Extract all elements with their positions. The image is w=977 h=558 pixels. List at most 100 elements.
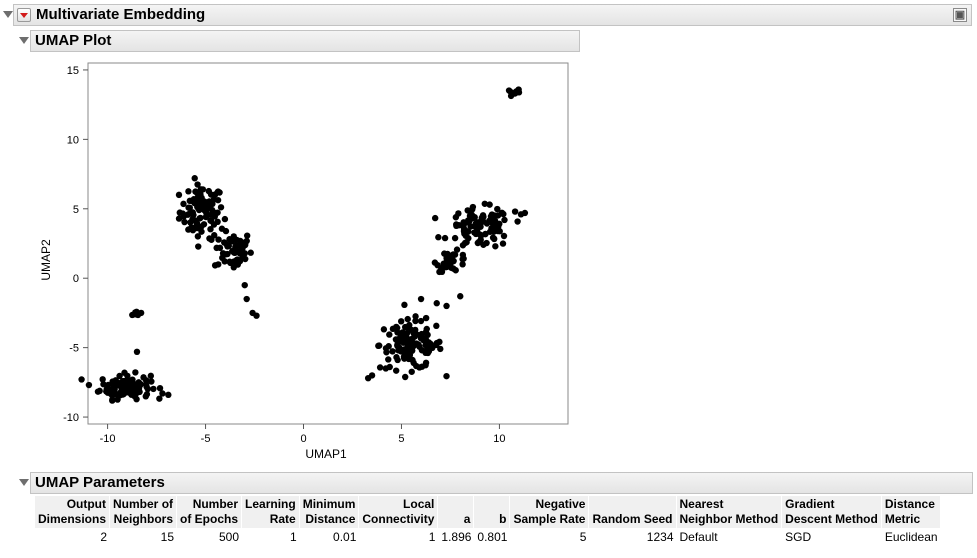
data-point <box>500 210 507 218</box>
data-point <box>382 365 389 372</box>
data-point <box>375 342 382 350</box>
y-tick-label: 5 <box>73 204 79 216</box>
data-point <box>521 209 529 217</box>
table-cell: Default <box>679 530 718 544</box>
data-point <box>142 381 150 388</box>
table-cell: 15 <box>160 530 175 544</box>
data-point <box>116 372 123 380</box>
x-tick-label: 0 <box>300 433 306 445</box>
data-point <box>193 224 201 232</box>
data-point <box>423 325 430 333</box>
column-header-line: Rate <box>269 512 296 526</box>
column-header-line: Output <box>66 497 107 511</box>
data-point <box>165 391 172 399</box>
data-point <box>123 377 130 385</box>
plot-collapse-toggle[interactable] <box>19 37 29 44</box>
column-header: Number of Epochs <box>177 496 243 528</box>
y-tick-label: 0 <box>73 273 79 285</box>
data-point <box>401 301 408 309</box>
data-point <box>496 228 503 235</box>
column-header-line: Number <box>192 497 239 511</box>
data-point <box>216 244 224 252</box>
data-point <box>195 243 202 250</box>
data-point <box>467 223 474 230</box>
data-point <box>200 221 208 228</box>
data-point <box>401 355 408 362</box>
data-point <box>214 188 222 195</box>
data-point <box>459 261 466 268</box>
data-point <box>215 236 222 243</box>
table-cell: 1 <box>428 530 436 544</box>
column-header-line: Nearest <box>679 497 724 511</box>
params-collapse-toggle[interactable] <box>19 479 29 486</box>
data-point <box>109 397 116 404</box>
data-point <box>420 336 427 344</box>
data-point <box>424 345 431 353</box>
data-point <box>488 225 495 232</box>
data-point <box>412 317 419 325</box>
data-point <box>230 264 237 271</box>
data-point <box>191 175 198 182</box>
data-point <box>416 364 423 371</box>
data-point <box>364 374 372 382</box>
data-point <box>393 354 400 361</box>
column-header: Local Connectivity <box>359 496 439 528</box>
report-header: Multivariate Embedding ▣ <box>13 4 972 26</box>
data-point <box>474 239 482 247</box>
column-header-line <box>669 497 672 511</box>
data-point <box>133 348 141 355</box>
data-point <box>385 356 392 363</box>
data-point <box>243 232 251 239</box>
y-tick-label: -10 <box>63 412 79 424</box>
data-point <box>451 234 459 242</box>
column-header-line: Metric <box>884 512 921 526</box>
table-cell: SGD <box>785 530 812 544</box>
data-point <box>431 214 439 222</box>
umap-scatter-plot: UMAP2 UMAP1 -10 -5 0 5 10 -10 -5 0 5 10 15 <box>39 62 569 461</box>
red-triangle-menu-icon[interactable] <box>17 8 31 22</box>
data-point <box>185 188 192 195</box>
data-point <box>443 372 450 380</box>
data-point <box>211 213 218 220</box>
column-header: Minimum Distance <box>299 496 360 528</box>
data-point <box>217 204 225 211</box>
y-tick-label: 15 <box>67 65 79 77</box>
column-header: a <box>438 496 475 528</box>
column-header-line: Descent Method <box>785 512 878 526</box>
data-point <box>455 221 463 229</box>
column-header-line: Local <box>403 497 435 511</box>
pin-icon[interactable]: ▣ <box>953 8 967 22</box>
report-collapse-toggle[interactable] <box>3 11 13 18</box>
column-header: Distance Metric <box>881 496 941 528</box>
data-point <box>389 348 396 355</box>
column-header: b <box>474 496 511 528</box>
plot-header: UMAP Plot <box>30 30 580 52</box>
data-point <box>401 373 409 381</box>
data-point <box>227 236 235 244</box>
table-cell: Euclidean <box>884 530 938 544</box>
column-header: Learning Rate <box>242 496 300 528</box>
table-cell: 2 <box>100 530 108 544</box>
x-tick-label: -10 <box>100 433 116 445</box>
data-point <box>435 234 442 241</box>
data-point <box>221 258 228 265</box>
data-point <box>229 247 236 255</box>
data-point <box>463 239 470 246</box>
column-header-line: Neighbor Method <box>679 512 779 526</box>
data-point <box>179 210 187 217</box>
data-point <box>180 200 187 208</box>
data-point <box>511 90 519 97</box>
column-header-line: Neighbors <box>113 512 174 526</box>
data-point <box>436 338 443 346</box>
params-header-row: Output Dimensions Number of Neighbors Number… <box>35 496 941 528</box>
data-point <box>240 243 247 250</box>
data-point <box>477 220 484 227</box>
table-cell: 1234 <box>646 530 674 544</box>
column-header-line: Distance <box>884 497 935 511</box>
data-point <box>215 261 222 268</box>
column-header-line <box>467 497 470 511</box>
data-point <box>132 390 140 398</box>
data-point <box>147 372 155 380</box>
table-cell: 0.01 <box>333 530 357 544</box>
column-header-line: Sample Rate <box>513 512 586 526</box>
